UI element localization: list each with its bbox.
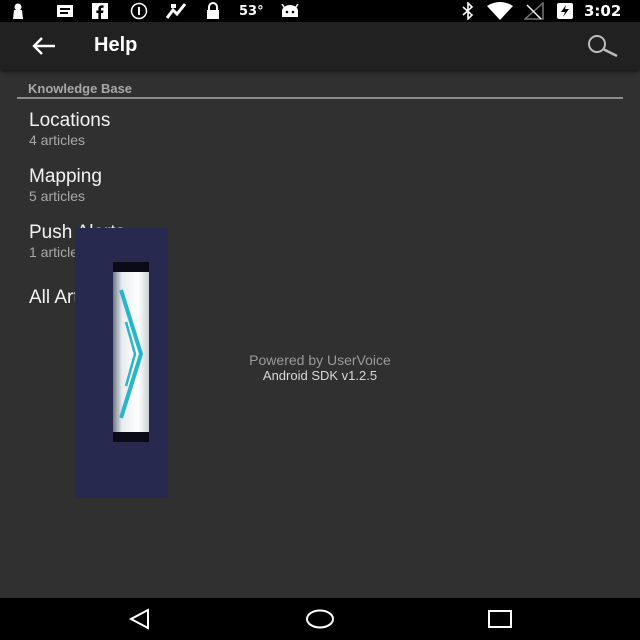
lock-icon bbox=[205, 0, 221, 22]
status-bar: 53° 3:02 bbox=[0, 0, 640, 22]
section-divider bbox=[17, 97, 623, 99]
topic-title: Locations bbox=[29, 110, 111, 131]
battery-charging-icon bbox=[556, 0, 574, 22]
search-button[interactable] bbox=[582, 30, 622, 62]
clock-text: 3:02 bbox=[584, 2, 622, 20]
nav-recents-button[interactable] bbox=[470, 598, 530, 640]
back-triangle-icon bbox=[128, 608, 149, 630]
recents-square-icon bbox=[488, 610, 512, 628]
topic-title: Mapping bbox=[29, 166, 102, 187]
signal-off-icon bbox=[524, 0, 544, 22]
temperature-text: 53° bbox=[239, 3, 264, 19]
nav-home-button[interactable] bbox=[290, 598, 350, 640]
navigation-bar bbox=[0, 598, 640, 640]
info-icon bbox=[130, 0, 148, 22]
overlay-image bbox=[75, 228, 168, 498]
page-title: Help bbox=[94, 34, 138, 56]
topic-item-mapping[interactable]: Mapping 5 articles bbox=[0, 166, 640, 216]
facebook-icon bbox=[92, 0, 108, 22]
section-header-knowledge-base: Knowledge Base bbox=[28, 81, 133, 96]
android-icon bbox=[281, 0, 299, 22]
loading-banner-image bbox=[113, 262, 149, 442]
topic-article-count: 5 articles bbox=[29, 188, 86, 204]
bluetooth-icon bbox=[462, 0, 474, 22]
nav-back-button[interactable] bbox=[110, 598, 170, 640]
person-icon bbox=[12, 0, 24, 22]
arrow-back-icon bbox=[32, 37, 55, 55]
topic-article-count: 1 article bbox=[29, 244, 79, 260]
back-button[interactable] bbox=[26, 30, 62, 62]
topic-item-locations[interactable]: Locations 4 articles bbox=[0, 110, 640, 160]
message-icon bbox=[56, 0, 74, 22]
satellite-icon bbox=[165, 0, 187, 22]
search-icon bbox=[588, 35, 618, 58]
topic-article-count: 4 articles bbox=[29, 132, 86, 148]
app-bar: Help bbox=[0, 22, 640, 70]
home-circle-icon bbox=[306, 609, 334, 629]
wifi-icon bbox=[487, 0, 513, 22]
